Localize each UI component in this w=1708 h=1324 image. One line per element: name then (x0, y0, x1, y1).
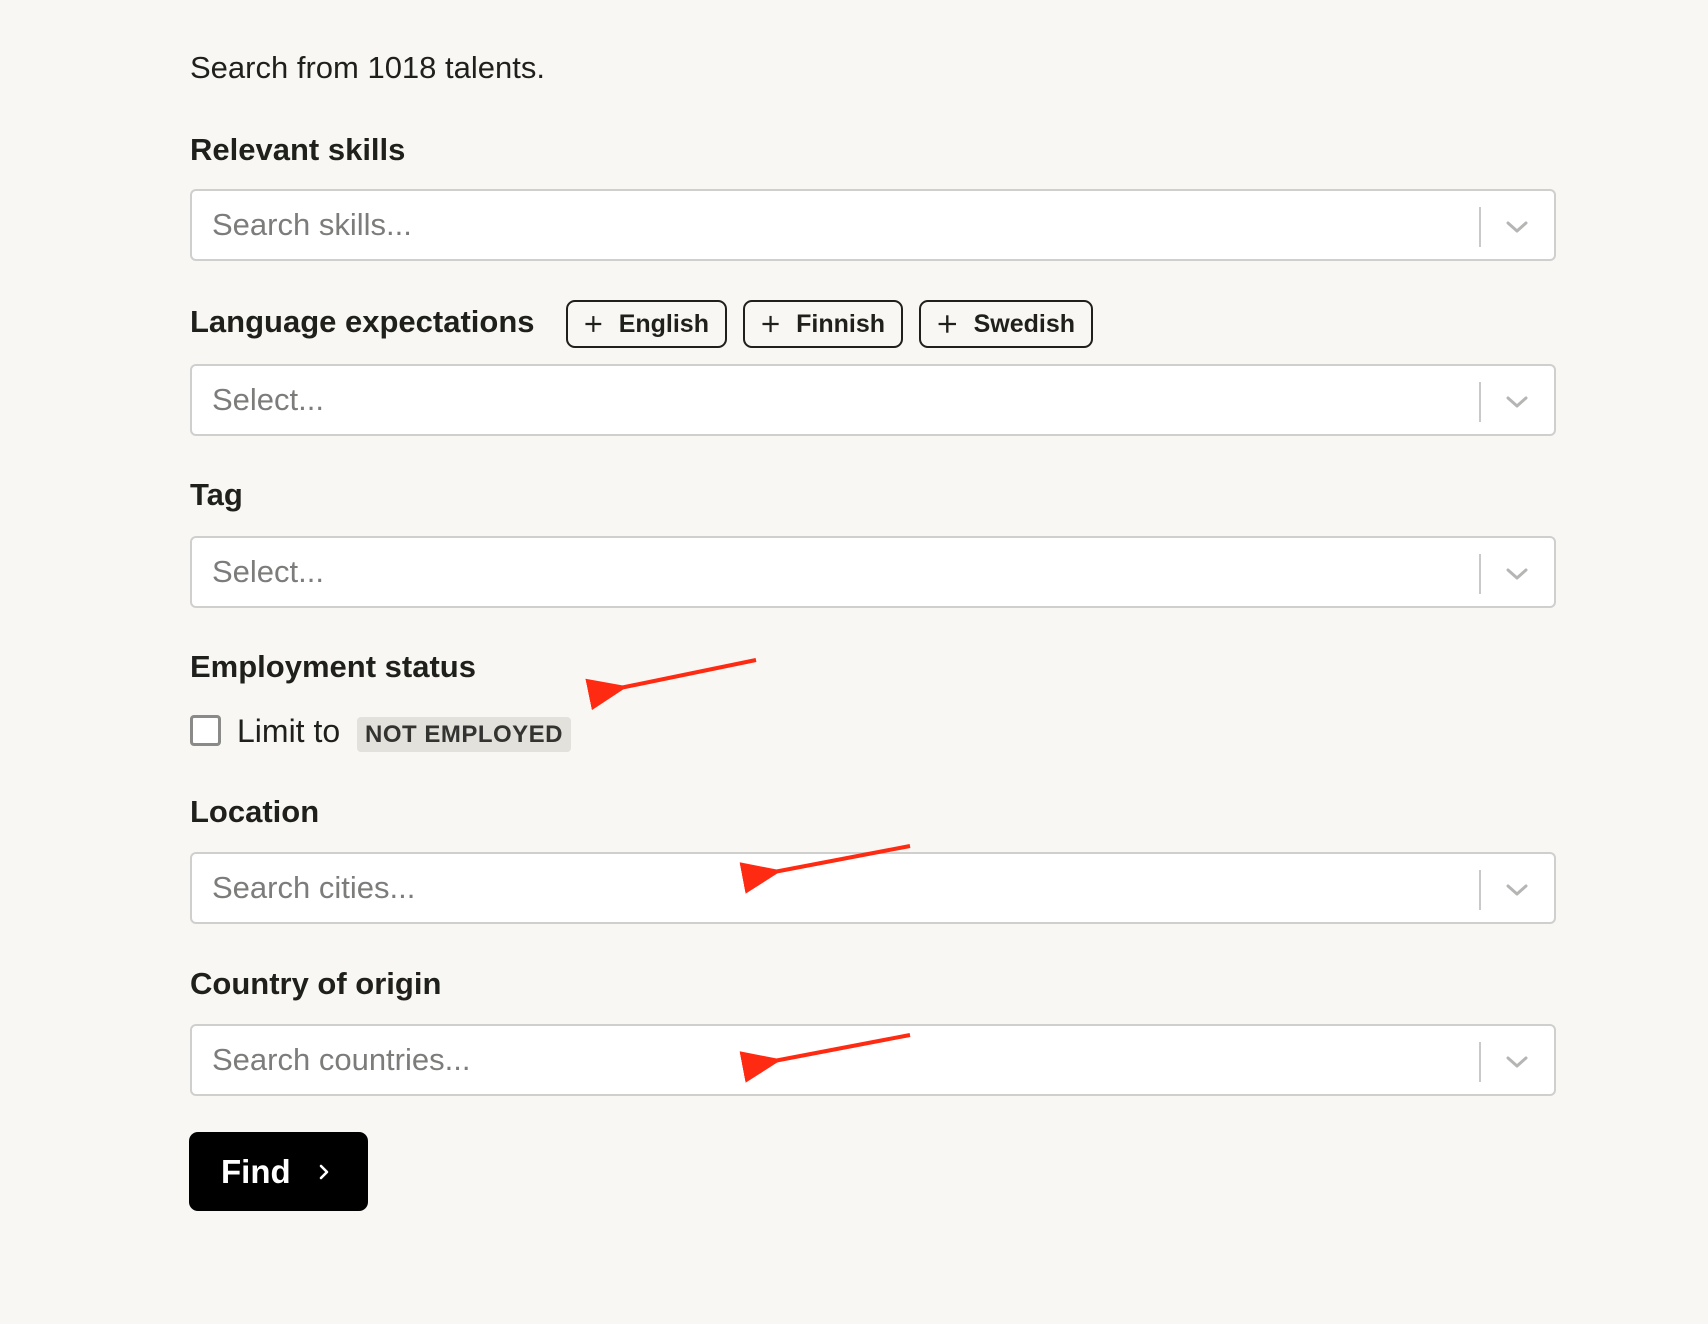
add-finnish-label: Finnish (796, 309, 885, 338)
add-finnish-button[interactable]: Finnish (743, 300, 903, 348)
find-button-label: Find (221, 1152, 291, 1190)
add-swedish-button[interactable]: Swedish (919, 300, 1093, 348)
plus-icon (938, 315, 956, 333)
add-english-label: English (618, 309, 709, 338)
location-placeholder: Search cities... (212, 870, 416, 905)
not-employed-checkbox[interactable] (190, 715, 221, 746)
chevron-down-icon[interactable] (1505, 1052, 1529, 1072)
skills-placeholder: Search skills... (212, 207, 412, 242)
checkbox-label[interactable]: Limit to (237, 711, 340, 751)
chevron-down-icon[interactable] (1505, 217, 1529, 237)
intro-text: Search from 1018 talents. (190, 50, 545, 85)
country-label: Country of origin (190, 966, 442, 1001)
skills-select[interactable]: Search skills... (190, 189, 1556, 261)
tag-placeholder: Select... (212, 554, 324, 589)
languages-placeholder: Select... (212, 382, 324, 417)
select-separator (1479, 1042, 1481, 1082)
languages-select[interactable]: Select... (190, 364, 1556, 436)
find-button[interactable]: Find (189, 1132, 368, 1211)
add-swedish-label: Swedish (973, 309, 1075, 338)
select-separator (1479, 554, 1481, 594)
chevron-down-icon[interactable] (1505, 392, 1529, 412)
chevron-right-icon (319, 1164, 328, 1179)
tag-label: Tag (190, 477, 243, 512)
country-select[interactable]: Search countries... (190, 1024, 1556, 1096)
plus-icon (762, 315, 779, 333)
location-select[interactable]: Search cities... (190, 852, 1556, 924)
employment-label: Employment status (190, 649, 476, 684)
select-separator (1479, 207, 1481, 247)
plus-icon (585, 316, 602, 332)
tag-select[interactable]: Select... (190, 536, 1556, 608)
chevron-down-icon[interactable] (1505, 880, 1529, 900)
select-separator (1479, 870, 1481, 910)
add-english-button[interactable]: English (566, 300, 727, 348)
location-label: Location (190, 794, 320, 829)
annotation-arrow-employment (585, 658, 757, 711)
status-badge: NOT EMPLOYED (357, 717, 572, 752)
country-placeholder: Search countries... (212, 1042, 471, 1077)
chevron-down-icon[interactable] (1505, 564, 1529, 584)
skills-label: Relevant skills (190, 132, 406, 167)
select-separator (1479, 382, 1481, 422)
languages-label: Language expectations (190, 304, 535, 339)
